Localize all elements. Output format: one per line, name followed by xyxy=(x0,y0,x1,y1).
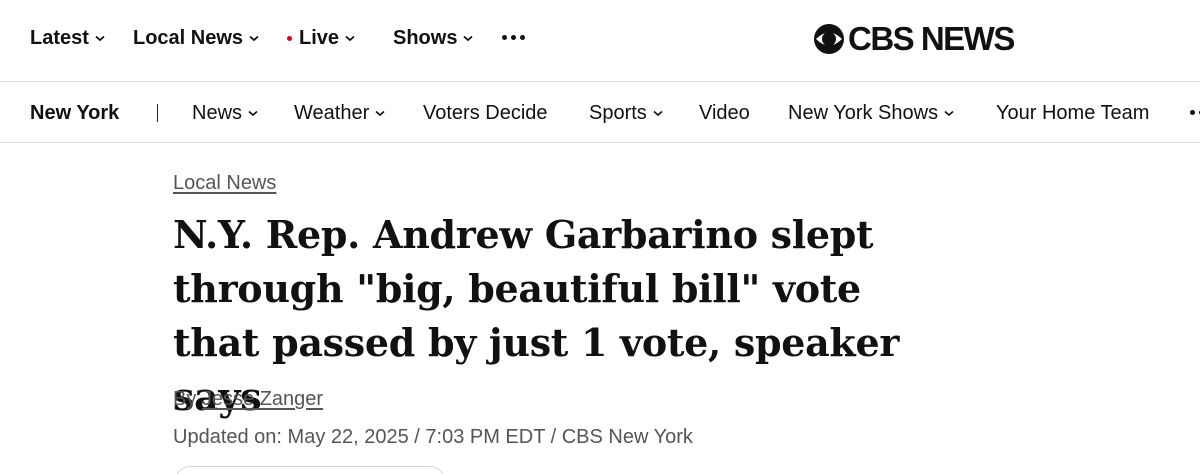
section-divider xyxy=(157,104,158,122)
live-dot-icon xyxy=(287,35,292,41)
article-dateline: Updated on: May 22, 2025 / 7:03 PM EDT /… xyxy=(173,426,693,448)
article-kicker-link[interactable]: Local News xyxy=(173,172,276,195)
section-nav: New York News Weather Voters Decide Spor… xyxy=(0,82,1200,143)
chevron-down-icon xyxy=(94,32,106,44)
nav-latest-label: Latest xyxy=(30,26,89,49)
top-nav: Latest Local News Live Shows CBS NEWS xyxy=(0,0,1200,82)
sec-nav-sports[interactable]: Sports xyxy=(589,101,664,125)
nav-local-news[interactable]: Local News xyxy=(133,26,260,50)
sec-nav-new-york-shows-label: New York Shows xyxy=(788,101,939,124)
cbs-eye-icon xyxy=(814,24,844,54)
sec-nav-video-label: Video xyxy=(699,101,750,124)
share-pill-button[interactable] xyxy=(175,466,445,474)
sec-nav-news[interactable]: News xyxy=(192,101,259,125)
chevron-down-icon xyxy=(247,107,259,119)
logo-text: CBS NEWS xyxy=(848,20,1015,57)
sec-nav-weather-label: Weather xyxy=(294,101,370,124)
chevron-down-icon xyxy=(344,32,356,44)
chevron-down-icon xyxy=(462,32,474,44)
sec-nav-your-home-team[interactable]: Your Home Team xyxy=(996,101,1149,125)
nav-live-label: Live xyxy=(299,26,340,49)
chevron-down-icon xyxy=(374,107,386,119)
nav-local-news-label: Local News xyxy=(133,26,244,49)
author-link[interactable]: Jesse Zanger xyxy=(202,388,323,410)
sec-nav-video[interactable]: Video xyxy=(699,101,750,125)
chevron-down-icon xyxy=(248,32,260,44)
section-title-new-york[interactable]: New York xyxy=(30,101,119,125)
chevron-down-icon xyxy=(652,107,664,119)
sec-nav-voters-decide[interactable]: Voters Decide xyxy=(423,101,548,125)
sec-nav-your-home-team-label: Your Home Team xyxy=(996,101,1150,124)
section-more-icon[interactable] xyxy=(1190,110,1200,115)
nav-shows-label: Shows xyxy=(393,26,458,49)
nav-live[interactable]: Live xyxy=(287,26,356,50)
cbs-news-logo[interactable]: CBS NEWS xyxy=(813,20,1015,58)
byline-prefix: By xyxy=(173,388,202,410)
article-byline: By Jesse Zanger xyxy=(173,388,323,411)
sec-nav-sports-label: Sports xyxy=(589,101,647,124)
more-horizontal-icon[interactable] xyxy=(502,35,525,40)
sec-nav-new-york-shows[interactable]: New York Shows xyxy=(788,101,955,125)
chevron-down-icon xyxy=(943,107,955,119)
sec-nav-voters-decide-label: Voters Decide xyxy=(423,101,548,124)
section-title-label: New York xyxy=(30,101,120,124)
sec-nav-news-label: News xyxy=(192,101,243,124)
sec-nav-weather[interactable]: Weather xyxy=(294,101,386,125)
nav-latest[interactable]: Latest xyxy=(30,26,106,50)
nav-shows[interactable]: Shows xyxy=(393,26,474,50)
